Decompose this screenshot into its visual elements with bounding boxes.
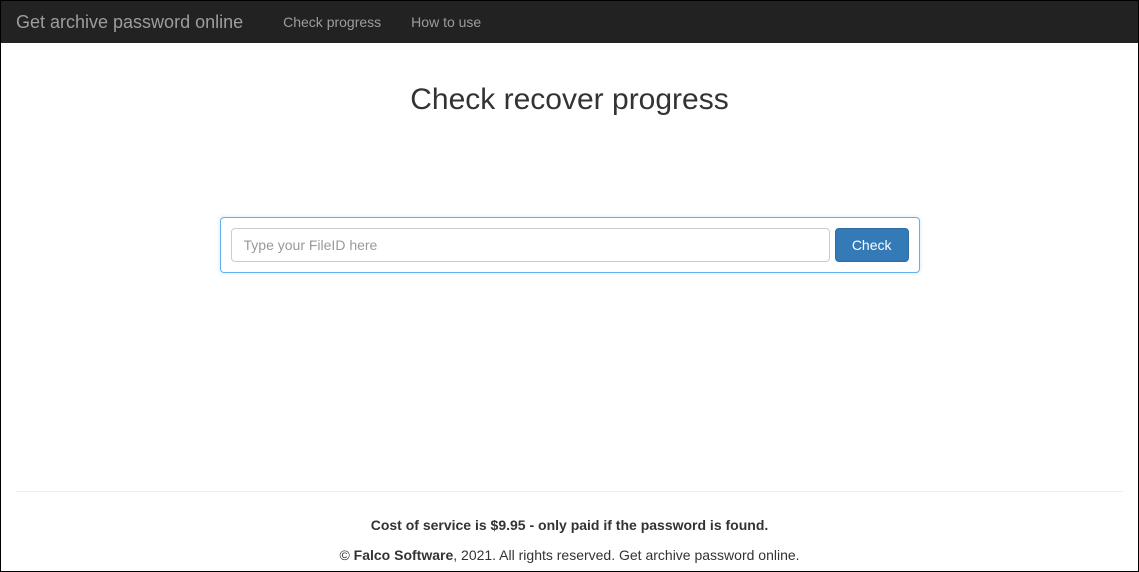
- footer-rights: , 2021. All rights reserved. Get archive…: [453, 547, 799, 563]
- nav-link-check-progress[interactable]: Check progress: [268, 14, 396, 30]
- footer-copyright: © Falco Software, 2021. All rights reser…: [1, 547, 1138, 563]
- check-form-panel: Check: [220, 217, 920, 273]
- footer-cost-line: Cost of service is $9.95 - only paid if …: [1, 517, 1138, 533]
- copyright-symbol: ©: [339, 547, 353, 563]
- check-button[interactable]: Check: [835, 228, 909, 262]
- navbar-brand[interactable]: Get archive password online: [16, 12, 258, 33]
- footer: Cost of service is $9.95 - only paid if …: [1, 491, 1138, 571]
- fileid-input[interactable]: [231, 228, 830, 262]
- nav-link-how-to-use[interactable]: How to use: [396, 14, 496, 30]
- page-title: Check recover progress: [35, 83, 1105, 117]
- footer-company: Falco Software: [354, 547, 454, 563]
- navbar: Get archive password online Check progre…: [1, 1, 1138, 43]
- main-container: Check recover progress Check: [20, 83, 1120, 273]
- footer-divider: [16, 491, 1123, 492]
